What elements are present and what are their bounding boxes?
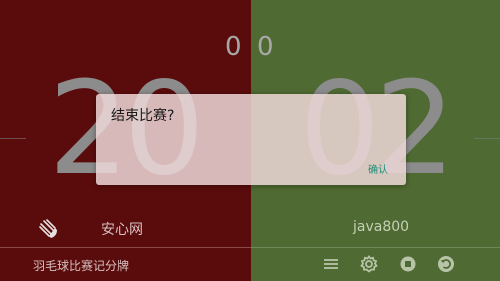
menu-icon	[324, 259, 338, 269]
left-player-name: 安心网	[101, 222, 143, 238]
stop-button[interactable]	[398, 255, 418, 273]
left-divider	[0, 247, 251, 248]
confirm-button[interactable]: 确认	[368, 161, 388, 176]
left-edge-marker	[0, 138, 26, 139]
end-match-dialog: 结束比赛? 确认	[96, 94, 406, 185]
shuttlecock-icon	[39, 219, 57, 238]
settings-button[interactable]	[359, 255, 379, 273]
left-games-won: 0	[225, 32, 242, 62]
right-divider	[251, 247, 500, 248]
right-edge-marker	[474, 138, 500, 139]
app-title: 羽毛球比赛记分牌	[33, 259, 130, 273]
menu-button[interactable]	[321, 255, 341, 273]
undo-button[interactable]	[436, 255, 456, 273]
right-games-won: 0	[257, 32, 274, 62]
dialog-title: 结束比赛?	[111, 108, 175, 124]
undo-icon	[438, 256, 454, 272]
right-player-name: java800	[353, 219, 410, 235]
gear-icon	[360, 255, 378, 273]
stop-icon	[400, 256, 416, 272]
